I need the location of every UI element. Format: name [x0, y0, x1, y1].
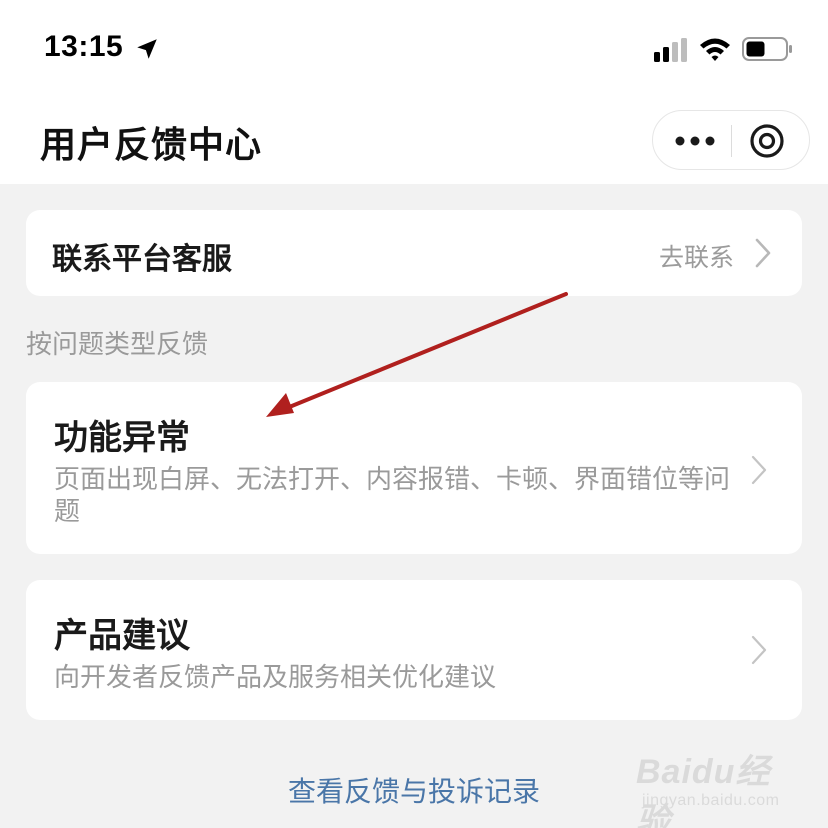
status-bar: 13:15: [0, 0, 828, 98]
feedback-item-desc: 向开发者反馈产品及服务相关优化建议: [54, 663, 497, 693]
contact-service-label: 联系平台客服: [52, 242, 232, 277]
chevron-right-icon: [751, 455, 767, 485]
contact-service-card[interactable]: 联系平台客服 去联系: [26, 210, 802, 296]
watermark-logo: Baidu经验: [636, 753, 771, 828]
chevron-right-icon: [751, 635, 767, 665]
wifi-icon: [700, 38, 730, 61]
page-title: 用户反馈中心: [40, 125, 263, 166]
feedback-item-title: 产品建议: [54, 616, 190, 656]
nav-bar: 用户反馈中心: [0, 98, 828, 184]
more-dots-icon[interactable]: [673, 129, 717, 153]
feedback-item-title: 功能异常: [54, 418, 190, 458]
chevron-right-icon: [755, 238, 771, 268]
close-circle-icon[interactable]: [749, 123, 785, 159]
watermark-url: jingyan.baidu.com: [642, 792, 780, 809]
annotation-arrow-icon: [266, 292, 568, 417]
contact-action-text: 去联系: [658, 243, 734, 272]
signal-icon: [654, 38, 687, 62]
location-arrow-icon: [137, 39, 157, 59]
capsule-divider: [731, 125, 732, 157]
feedback-item-desc: 页面出现白屏、无法打开、内容报错、卡顿、界面错位等问题: [54, 465, 731, 527]
section-title: 按问题类型反馈: [26, 330, 209, 360]
battery-icon: [742, 37, 792, 61]
baidu-jingyan-watermark: Baidu经验 jingyan.baidu.com: [632, 736, 802, 828]
status-time: 13:15: [44, 30, 124, 63]
mini-program-capsule: [652, 110, 810, 170]
feedback-item-product-suggestion[interactable]: 产品建议 向开发者反馈产品及服务相关优化建议: [26, 580, 802, 720]
